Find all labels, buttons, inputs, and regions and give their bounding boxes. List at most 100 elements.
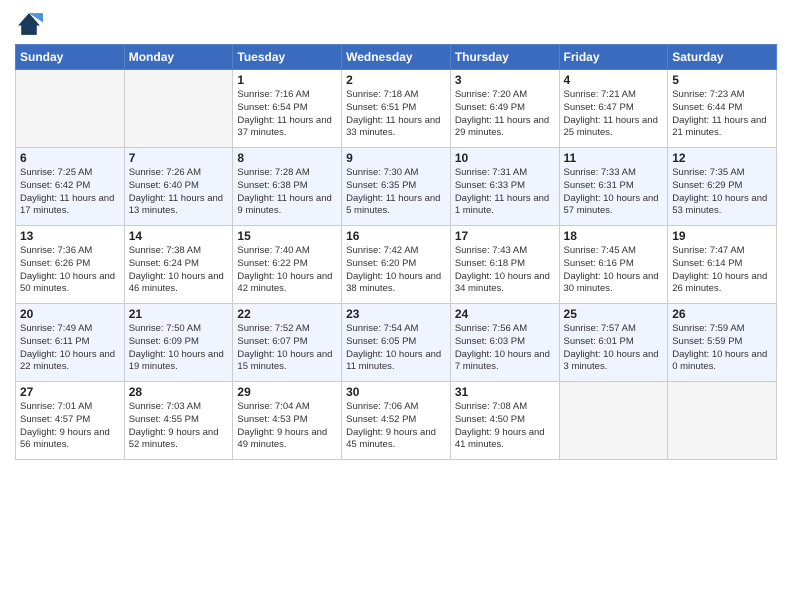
day-info: Sunrise: 7:43 AM Sunset: 6:18 PM Dayligh… bbox=[455, 245, 555, 296]
day-number: 25 bbox=[564, 307, 664, 321]
calendar-cell: 3 Sunrise: 7:20 AM Sunset: 6:49 PM Daylig… bbox=[450, 70, 559, 148]
day-info: Sunrise: 7:21 AM Sunset: 6:47 PM Dayligh… bbox=[564, 89, 664, 140]
calendar-cell: 18 Sunrise: 7:45 AM Sunset: 6:16 PM Dayli… bbox=[559, 226, 668, 304]
day-info: Sunrise: 7:47 AM Sunset: 6:14 PM Dayligh… bbox=[672, 245, 772, 296]
day-info: Sunrise: 7:56 AM Sunset: 6:03 PM Dayligh… bbox=[455, 323, 555, 374]
day-number: 20 bbox=[20, 307, 120, 321]
day-number: 7 bbox=[129, 151, 229, 165]
day-info: Sunrise: 7:36 AM Sunset: 6:26 PM Dayligh… bbox=[20, 245, 120, 296]
logo bbox=[15, 10, 47, 38]
logo-icon bbox=[15, 10, 43, 38]
day-header-thursday: Thursday bbox=[450, 45, 559, 70]
day-info: Sunrise: 7:30 AM Sunset: 6:35 PM Dayligh… bbox=[346, 167, 446, 218]
day-number: 29 bbox=[237, 385, 337, 399]
day-number: 14 bbox=[129, 229, 229, 243]
day-info: Sunrise: 7:28 AM Sunset: 6:38 PM Dayligh… bbox=[237, 167, 337, 218]
day-info: Sunrise: 7:35 AM Sunset: 6:29 PM Dayligh… bbox=[672, 167, 772, 218]
calendar-cell: 10 Sunrise: 7:31 AM Sunset: 6:33 PM Dayli… bbox=[450, 148, 559, 226]
day-info: Sunrise: 7:18 AM Sunset: 6:51 PM Dayligh… bbox=[346, 89, 446, 140]
day-info: Sunrise: 7:49 AM Sunset: 6:11 PM Dayligh… bbox=[20, 323, 120, 374]
calendar-cell: 8 Sunrise: 7:28 AM Sunset: 6:38 PM Daylig… bbox=[233, 148, 342, 226]
calendar-header: SundayMondayTuesdayWednesdayThursdayFrid… bbox=[16, 45, 777, 70]
day-number: 10 bbox=[455, 151, 555, 165]
calendar-cell: 13 Sunrise: 7:36 AM Sunset: 6:26 PM Dayli… bbox=[16, 226, 125, 304]
calendar-cell: 23 Sunrise: 7:54 AM Sunset: 6:05 PM Dayli… bbox=[342, 304, 451, 382]
day-number: 16 bbox=[346, 229, 446, 243]
calendar-cell: 27Sunrise: 7:01 AM Sunset: 4:57 PM Dayli… bbox=[16, 382, 125, 460]
day-number: 3 bbox=[455, 73, 555, 87]
day-info: Sunrise: 7:40 AM Sunset: 6:22 PM Dayligh… bbox=[237, 245, 337, 296]
week-row-2: 13 Sunrise: 7:36 AM Sunset: 6:26 PM Dayli… bbox=[16, 226, 777, 304]
calendar-cell bbox=[559, 382, 668, 460]
day-number: 2 bbox=[346, 73, 446, 87]
day-number: 31 bbox=[455, 385, 555, 399]
day-info: Sunrise: 7:57 AM Sunset: 6:01 PM Dayligh… bbox=[564, 323, 664, 374]
day-number: 1 bbox=[237, 73, 337, 87]
day-number: 5 bbox=[672, 73, 772, 87]
day-number: 23 bbox=[346, 307, 446, 321]
calendar-cell: 28 Sunrise: 7:03 AM Sunset: 4:55 PM Dayli… bbox=[124, 382, 233, 460]
day-number: 21 bbox=[129, 307, 229, 321]
day-number: 18 bbox=[564, 229, 664, 243]
calendar-cell: 2 Sunrise: 7:18 AM Sunset: 6:51 PM Daylig… bbox=[342, 70, 451, 148]
day-info: Sunrise: 7:26 AM Sunset: 6:40 PM Dayligh… bbox=[129, 167, 229, 218]
calendar-cell bbox=[124, 70, 233, 148]
calendar-cell: 30Sunrise: 7:06 AM Sunset: 4:52 PM Dayli… bbox=[342, 382, 451, 460]
header bbox=[15, 10, 777, 38]
day-info: Sunrise: 7:31 AM Sunset: 6:33 PM Dayligh… bbox=[455, 167, 555, 218]
calendar-cell: 14 Sunrise: 7:38 AM Sunset: 6:24 PM Dayli… bbox=[124, 226, 233, 304]
day-header-tuesday: Tuesday bbox=[233, 45, 342, 70]
week-row-3: 20 Sunrise: 7:49 AM Sunset: 6:11 PM Dayli… bbox=[16, 304, 777, 382]
calendar-cell: 5 Sunrise: 7:23 AM Sunset: 6:44 PM Daylig… bbox=[668, 70, 777, 148]
day-info: Sunrise: 7:59 AM Sunset: 5:59 PM Dayligh… bbox=[672, 323, 772, 374]
day-info: Sunrise: 7:25 AM Sunset: 6:42 PM Dayligh… bbox=[20, 167, 120, 218]
day-info: Sunrise: 7:04 AM Sunset: 4:53 PM Dayligh… bbox=[237, 401, 337, 452]
day-info: Sunrise: 7:20 AM Sunset: 6:49 PM Dayligh… bbox=[455, 89, 555, 140]
day-info: Sunrise: 7:06 AM Sunset: 4:52 PM Dayligh… bbox=[346, 401, 446, 452]
day-number: 24 bbox=[455, 307, 555, 321]
calendar-cell: 9Sunrise: 7:30 AM Sunset: 6:35 PM Daylig… bbox=[342, 148, 451, 226]
day-info: Sunrise: 7:16 AM Sunset: 6:54 PM Dayligh… bbox=[237, 89, 337, 140]
day-info: Sunrise: 7:54 AM Sunset: 6:05 PM Dayligh… bbox=[346, 323, 446, 374]
day-number: 22 bbox=[237, 307, 337, 321]
day-number: 15 bbox=[237, 229, 337, 243]
day-number: 6 bbox=[20, 151, 120, 165]
day-info: Sunrise: 7:23 AM Sunset: 6:44 PM Dayligh… bbox=[672, 89, 772, 140]
week-row-4: 27Sunrise: 7:01 AM Sunset: 4:57 PM Dayli… bbox=[16, 382, 777, 460]
calendar-cell: 7 Sunrise: 7:26 AM Sunset: 6:40 PM Daylig… bbox=[124, 148, 233, 226]
day-header-friday: Friday bbox=[559, 45, 668, 70]
page: SundayMondayTuesdayWednesdayThursdayFrid… bbox=[0, 0, 792, 612]
day-number: 28 bbox=[129, 385, 229, 399]
week-row-1: 6 Sunrise: 7:25 AM Sunset: 6:42 PM Daylig… bbox=[16, 148, 777, 226]
day-info: Sunrise: 7:03 AM Sunset: 4:55 PM Dayligh… bbox=[129, 401, 229, 452]
calendar-cell: 1 Sunrise: 7:16 AM Sunset: 6:54 PM Daylig… bbox=[233, 70, 342, 148]
day-info: Sunrise: 7:33 AM Sunset: 6:31 PM Dayligh… bbox=[564, 167, 664, 218]
day-info: Sunrise: 7:45 AM Sunset: 6:16 PM Dayligh… bbox=[564, 245, 664, 296]
day-info: Sunrise: 7:52 AM Sunset: 6:07 PM Dayligh… bbox=[237, 323, 337, 374]
calendar-cell bbox=[16, 70, 125, 148]
calendar-cell: 15 Sunrise: 7:40 AM Sunset: 6:22 PM Dayli… bbox=[233, 226, 342, 304]
week-row-0: 1 Sunrise: 7:16 AM Sunset: 6:54 PM Daylig… bbox=[16, 70, 777, 148]
day-number: 26 bbox=[672, 307, 772, 321]
calendar-cell: 26 Sunrise: 7:59 AM Sunset: 5:59 PM Dayli… bbox=[668, 304, 777, 382]
day-header-sunday: Sunday bbox=[16, 45, 125, 70]
calendar: SundayMondayTuesdayWednesdayThursdayFrid… bbox=[15, 44, 777, 460]
calendar-cell: 31 Sunrise: 7:08 AM Sunset: 4:50 PM Dayli… bbox=[450, 382, 559, 460]
day-header-monday: Monday bbox=[124, 45, 233, 70]
day-header-wednesday: Wednesday bbox=[342, 45, 451, 70]
day-number: 8 bbox=[237, 151, 337, 165]
calendar-cell: 12Sunrise: 7:35 AM Sunset: 6:29 PM Dayli… bbox=[668, 148, 777, 226]
header-row: SundayMondayTuesdayWednesdayThursdayFrid… bbox=[16, 45, 777, 70]
day-info: Sunrise: 7:08 AM Sunset: 4:50 PM Dayligh… bbox=[455, 401, 555, 452]
day-info: Sunrise: 7:38 AM Sunset: 6:24 PM Dayligh… bbox=[129, 245, 229, 296]
calendar-cell: 25 Sunrise: 7:57 AM Sunset: 6:01 PM Dayli… bbox=[559, 304, 668, 382]
day-number: 13 bbox=[20, 229, 120, 243]
day-header-saturday: Saturday bbox=[668, 45, 777, 70]
calendar-body: 1 Sunrise: 7:16 AM Sunset: 6:54 PM Daylig… bbox=[16, 70, 777, 460]
calendar-cell: 17Sunrise: 7:43 AM Sunset: 6:18 PM Dayli… bbox=[450, 226, 559, 304]
day-number: 27 bbox=[20, 385, 120, 399]
day-info: Sunrise: 7:50 AM Sunset: 6:09 PM Dayligh… bbox=[129, 323, 229, 374]
day-info: Sunrise: 7:42 AM Sunset: 6:20 PM Dayligh… bbox=[346, 245, 446, 296]
day-number: 19 bbox=[672, 229, 772, 243]
calendar-cell: 11Sunrise: 7:33 AM Sunset: 6:31 PM Dayli… bbox=[559, 148, 668, 226]
